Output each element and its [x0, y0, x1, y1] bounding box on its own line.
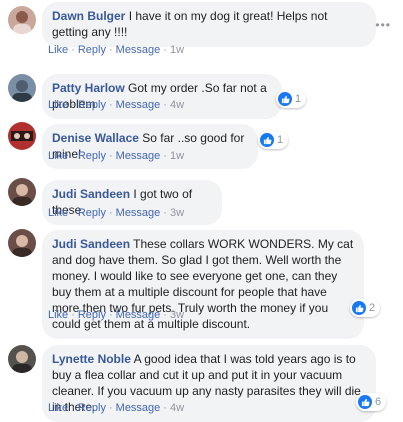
message-link[interactable]: Message — [116, 402, 161, 414]
message-link[interactable]: Message — [116, 207, 161, 219]
thumbs-up-icon — [358, 395, 372, 409]
reply-link[interactable]: Reply — [78, 207, 106, 219]
reply-link[interactable]: Reply — [78, 150, 106, 162]
timestamp[interactable]: 1w — [170, 44, 184, 56]
message-link[interactable]: Message — [116, 99, 161, 111]
avatar[interactable] — [8, 74, 36, 102]
comment-author[interactable]: Denise Wallace — [52, 131, 139, 145]
reaction-number: 1 — [295, 93, 302, 105]
reply-link[interactable]: Reply — [78, 402, 106, 414]
reaction-count[interactable]: 2 — [350, 299, 381, 317]
reply-link[interactable]: Reply — [78, 309, 106, 321]
comment-author[interactable]: Lynette Noble — [52, 352, 131, 366]
comment-author[interactable]: Dawn Bulger — [52, 9, 125, 23]
comment-actions: Like · Reply · Message · 1w — [48, 150, 185, 162]
message-link[interactable]: Message — [116, 309, 161, 321]
comment-bubble: Denise Wallace So far ..so good for mine… — [42, 124, 258, 169]
like-link[interactable]: Like — [48, 402, 68, 414]
like-link[interactable]: Like — [48, 99, 68, 111]
comment-actions: Like · Reply · Message · 4w — [48, 99, 185, 111]
avatar[interactable] — [8, 345, 36, 373]
ellipsis-icon[interactable]: ••• — [375, 18, 391, 32]
avatar[interactable] — [8, 122, 36, 150]
reaction-number: 1 — [277, 134, 284, 146]
like-link[interactable]: Like — [48, 309, 68, 321]
timestamp[interactable]: 1w — [170, 150, 184, 162]
thumbs-up-icon — [260, 133, 274, 147]
comment-bubble: Judi Sandeen These collars WORK WONDERS.… — [42, 230, 364, 339]
comment-author[interactable]: Judi Sandeen — [52, 187, 130, 201]
thumbs-up-icon — [352, 301, 366, 315]
comment-actions: Like · Reply · Message · 3w — [48, 309, 185, 321]
comment-actions: Like · Reply · Message · 1w — [48, 44, 185, 56]
message-link[interactable]: Message — [116, 44, 161, 56]
timestamp[interactable]: 4w — [170, 402, 184, 414]
timestamp[interactable]: 3w — [170, 207, 184, 219]
comment-bubble: Patty Harlow Got my order .So far not a … — [42, 74, 282, 119]
timestamp[interactable]: 4w — [170, 99, 184, 111]
like-link[interactable]: Like — [48, 44, 68, 56]
comment-author[interactable]: Judi Sandeen — [52, 237, 130, 251]
reaction-count[interactable]: 1 — [258, 131, 289, 149]
reply-link[interactable]: Reply — [78, 99, 106, 111]
reaction-number: 6 — [375, 396, 382, 408]
reply-link[interactable]: Reply — [78, 44, 106, 56]
timestamp[interactable]: 3w — [170, 309, 184, 321]
reaction-count[interactable]: 1 — [276, 90, 307, 108]
comment-actions: Like · Reply · Message · 3w — [48, 207, 185, 219]
reaction-number: 2 — [369, 302, 376, 314]
like-link[interactable]: Like — [48, 150, 68, 162]
reaction-count[interactable]: 6 — [356, 393, 387, 411]
comment-author[interactable]: Patty Harlow — [52, 81, 125, 95]
avatar[interactable] — [8, 6, 36, 34]
message-link[interactable]: Message — [116, 150, 161, 162]
avatar[interactable] — [8, 178, 36, 206]
like-link[interactable]: Like — [48, 207, 68, 219]
thumbs-up-icon — [278, 92, 292, 106]
comment-bubble: Dawn Bulger I have it on my dog it great… — [42, 2, 376, 47]
avatar[interactable] — [8, 229, 36, 257]
comment-actions: Like · Reply · Message · 4w — [48, 402, 185, 414]
